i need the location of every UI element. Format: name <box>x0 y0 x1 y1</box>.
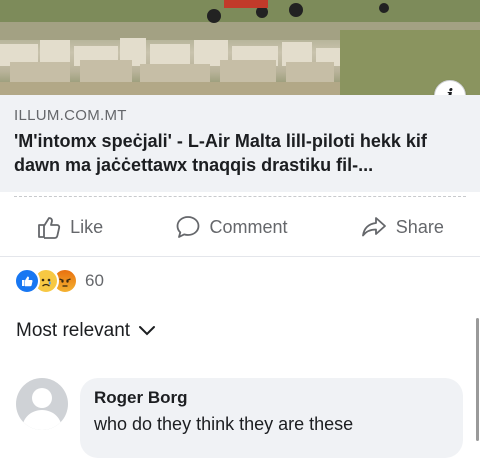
town-landscape-photo <box>0 0 480 95</box>
share-button[interactable]: Share <box>360 214 444 240</box>
link-domain: ILLUM.COM.MT <box>14 107 127 124</box>
chevron-down-icon <box>139 326 156 336</box>
avatar[interactable] <box>16 378 68 430</box>
divider <box>0 256 480 257</box>
sort-label: Most relevant <box>16 320 131 341</box>
comment-sort-dropdown[interactable]: Most relevant <box>16 320 156 342</box>
scrollbar[interactable] <box>476 318 479 441</box>
comment-label: Comment <box>209 216 288 237</box>
divider <box>14 196 466 197</box>
link-preview-image[interactable]: i <box>0 0 480 95</box>
comment-text: who do they think they are these <box>94 414 354 434</box>
link-preview-caption[interactable]: ILLUM.COM.MT 'M'intomx speċjali' - L-Air… <box>0 95 480 192</box>
thumbs-up-icon <box>38 217 61 239</box>
post-actions-bar: Like Comment Share <box>0 203 480 251</box>
comment-bubble[interactable]: Roger Borg who do they think they are th… <box>80 378 463 458</box>
share-label: Share <box>395 216 444 237</box>
like-reaction-icon <box>14 268 40 294</box>
link-headline[interactable]: 'M'intomx speċjali' - L-Air Malta lill-p… <box>14 129 464 177</box>
like-button[interactable]: Like <box>36 214 103 240</box>
default-avatar-icon <box>22 388 62 430</box>
reaction-count: 60 <box>85 271 104 290</box>
comment-button[interactable]: Comment <box>175 214 288 240</box>
reactions-summary[interactable]: 60 <box>14 268 104 294</box>
share-arrow-icon <box>361 217 386 237</box>
like-label: Like <box>70 216 104 237</box>
comment-bubble-icon <box>177 216 200 238</box>
comment-author[interactable]: Roger Borg <box>94 388 188 408</box>
